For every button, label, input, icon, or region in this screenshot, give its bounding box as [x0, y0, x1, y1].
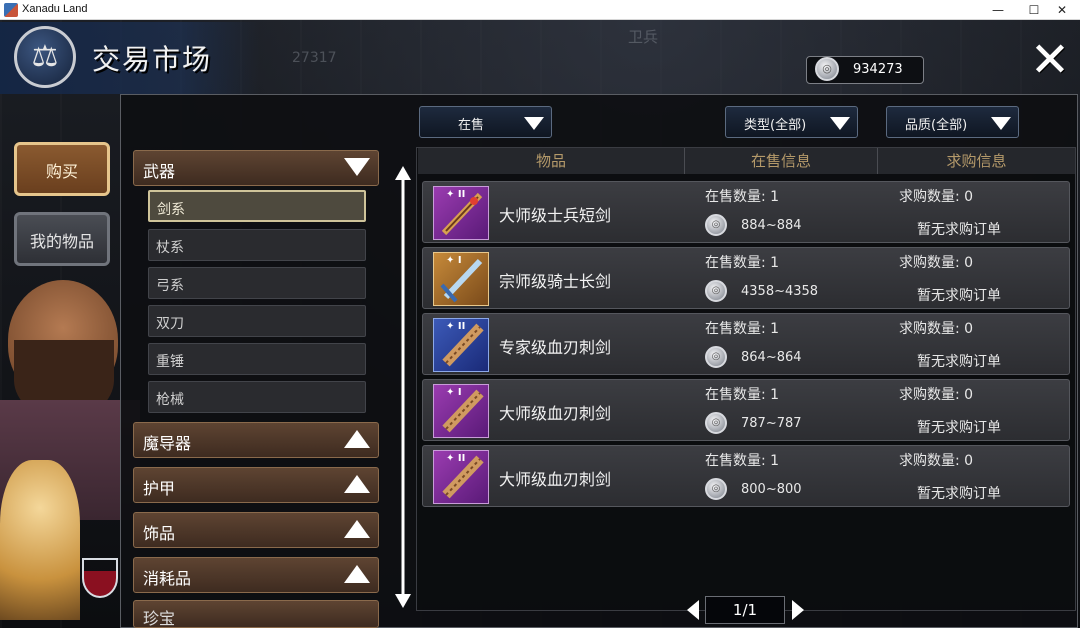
- tab-buy[interactable]: 购买: [14, 142, 110, 196]
- tab-my-items[interactable]: 我的物品: [14, 212, 110, 266]
- category-weapons[interactable]: 武器: [133, 150, 379, 186]
- listing-row[interactable]: ✦ I 大师级血刃刺剑 在售数量: 1 ◎ 787~787 求购数量: 0 暂无…: [422, 379, 1070, 441]
- scales-icon: ⚖: [14, 26, 76, 88]
- chevron-up-icon: [344, 520, 370, 538]
- listing-row[interactable]: ✦ II 大师级血刃刺剑 在售数量: 1 ◎ 800~800 求购数量: 0 暂…: [422, 445, 1070, 507]
- tier-badge: ✦ II: [446, 189, 466, 200]
- item-name: 大师级士兵短剑: [499, 206, 612, 225]
- prev-page-icon[interactable]: [685, 598, 701, 622]
- category-accessories[interactable]: 饰品: [133, 512, 379, 548]
- item-icon: ✦ I: [433, 252, 489, 306]
- no-buy-order: 暂无求购订单: [917, 288, 1001, 304]
- minimize-button[interactable]: —: [980, 0, 1016, 20]
- subcategory-hammer[interactable]: 重锤: [148, 343, 366, 375]
- category-label: 武器: [143, 162, 176, 181]
- tier-badge: ✦ I: [446, 255, 462, 266]
- currency-display: ◎ 934273: [806, 56, 924, 84]
- category-magic-devices[interactable]: 魔导器: [133, 422, 379, 458]
- tier-badge: ✦ II: [446, 453, 466, 464]
- category-consumables[interactable]: 消耗品: [133, 557, 379, 593]
- price-range: 787~787: [741, 416, 802, 431]
- window-titlebar: Xanadu Land — ☐ ✕: [0, 0, 1080, 20]
- listing-row[interactable]: ✦ II 专家级血刃刺剑 在售数量: 1 ◎ 864~864 求购数量: 0 暂…: [422, 313, 1070, 375]
- no-buy-order: 暂无求购订单: [917, 486, 1001, 502]
- no-buy-order: 暂无求购订单: [917, 420, 1001, 436]
- item-icon: ✦ II: [433, 318, 489, 372]
- game-viewport: 卫兵 27317 ⚖ 交易市场 ◎ 934273 ✕ 购买 我的物品 武器 剑系…: [0, 20, 1080, 628]
- silver-coin-icon: ◎: [705, 478, 727, 500]
- wine-glass-icon: [82, 558, 118, 598]
- silver-coin-icon: ◎: [815, 57, 839, 81]
- listing-row[interactable]: ✦ I 宗师级骑士长剑 在售数量: 1 ◎ 4358~4358 求购数量: 0 …: [422, 247, 1070, 309]
- category-treasure-partial[interactable]: 珍宝: [133, 600, 379, 628]
- next-page-icon[interactable]: [790, 598, 806, 622]
- background-guard-label: 卫兵: [628, 28, 659, 46]
- long-sword-icon: [440, 258, 483, 303]
- price-range: 800~800: [741, 482, 802, 497]
- window-title: Xanadu Land: [22, 3, 88, 15]
- sale-count: 在售数量: 1: [705, 453, 780, 469]
- page-indicator: 1/1: [705, 596, 785, 624]
- item-name: 大师级血刃刺剑: [499, 404, 612, 423]
- price-range: 884~884: [741, 218, 802, 233]
- price-range: 4358~4358: [741, 284, 819, 299]
- currency-amount: 934273: [853, 62, 903, 77]
- subcategory-sword[interactable]: 剑系: [148, 190, 366, 222]
- dropdown-arrow-icon: [524, 117, 544, 130]
- quality-filter-dropdown[interactable]: 品质(全部): [886, 106, 1019, 138]
- sale-count: 在售数量: 1: [705, 255, 780, 271]
- category-scrollbar[interactable]: [394, 164, 412, 610]
- column-header-buy-info: 求购信息: [878, 148, 1075, 174]
- item-name: 大师级血刃刺剑: [499, 470, 612, 489]
- silver-coin-icon: ◎: [705, 280, 727, 302]
- item-icon: ✦ I: [433, 384, 489, 438]
- no-buy-order: 暂无求购订单: [917, 354, 1001, 370]
- chevron-up-icon: [344, 565, 370, 583]
- chevron-down-icon: [344, 158, 370, 176]
- window-close-button[interactable]: ✕: [1044, 0, 1080, 20]
- tier-badge: ✦ I: [446, 387, 462, 398]
- category-armor[interactable]: 护甲: [133, 467, 379, 503]
- dropdown-arrow-icon: [830, 117, 850, 130]
- item-name: 宗师级骑士长剑: [499, 272, 612, 291]
- merchant-portrait: [0, 280, 140, 628]
- silver-coin-icon: ◎: [705, 214, 727, 236]
- page-title: 交易市场: [92, 43, 213, 76]
- chevron-up-icon: [344, 430, 370, 448]
- serrated-sword-icon: [442, 389, 484, 433]
- app-icon: [4, 3, 18, 17]
- column-header-item: 物品: [418, 148, 685, 174]
- chevron-up-icon: [344, 475, 370, 493]
- item-name: 专家级血刃刺剑: [499, 338, 612, 357]
- dropdown-arrow-icon: [991, 117, 1011, 130]
- sale-count: 在售数量: 1: [705, 321, 780, 337]
- close-market-button[interactable]: ✕: [1028, 36, 1072, 84]
- listing-row[interactable]: ✦ II 大师级士兵短剑 在售数量: 1 ◎ 884~884 求购数量: 0 暂…: [422, 181, 1070, 243]
- subcategory-staff[interactable]: 杖系: [148, 229, 366, 261]
- subcategory-bow[interactable]: 弓系: [148, 267, 366, 299]
- silver-coin-icon: ◎: [705, 346, 727, 368]
- subcategory-firearms[interactable]: 枪械: [148, 381, 366, 413]
- background-number: 27317: [292, 50, 337, 66]
- sale-count: 在售数量: 1: [705, 387, 780, 403]
- type-filter-dropdown[interactable]: 类型(全部): [725, 106, 858, 138]
- item-icon: ✦ II: [433, 186, 489, 240]
- subcategory-dual-blades[interactable]: 双刀: [148, 305, 366, 337]
- buy-count: 求购数量: 0: [899, 255, 974, 271]
- no-buy-order: 暂无求购订单: [917, 222, 1001, 238]
- tier-badge: ✦ II: [446, 321, 466, 332]
- price-range: 864~864: [741, 350, 802, 365]
- buy-count: 求购数量: 0: [899, 321, 974, 337]
- sale-count: 在售数量: 1: [705, 189, 780, 205]
- item-icon: ✦ II: [433, 450, 489, 504]
- silver-coin-icon: ◎: [705, 412, 727, 434]
- buy-count: 求购数量: 0: [899, 453, 974, 469]
- status-filter-dropdown[interactable]: 在售: [419, 106, 552, 138]
- buy-count: 求购数量: 0: [899, 189, 974, 205]
- column-header-sale-info: 在售信息: [685, 148, 878, 174]
- buy-count: 求购数量: 0: [899, 387, 974, 403]
